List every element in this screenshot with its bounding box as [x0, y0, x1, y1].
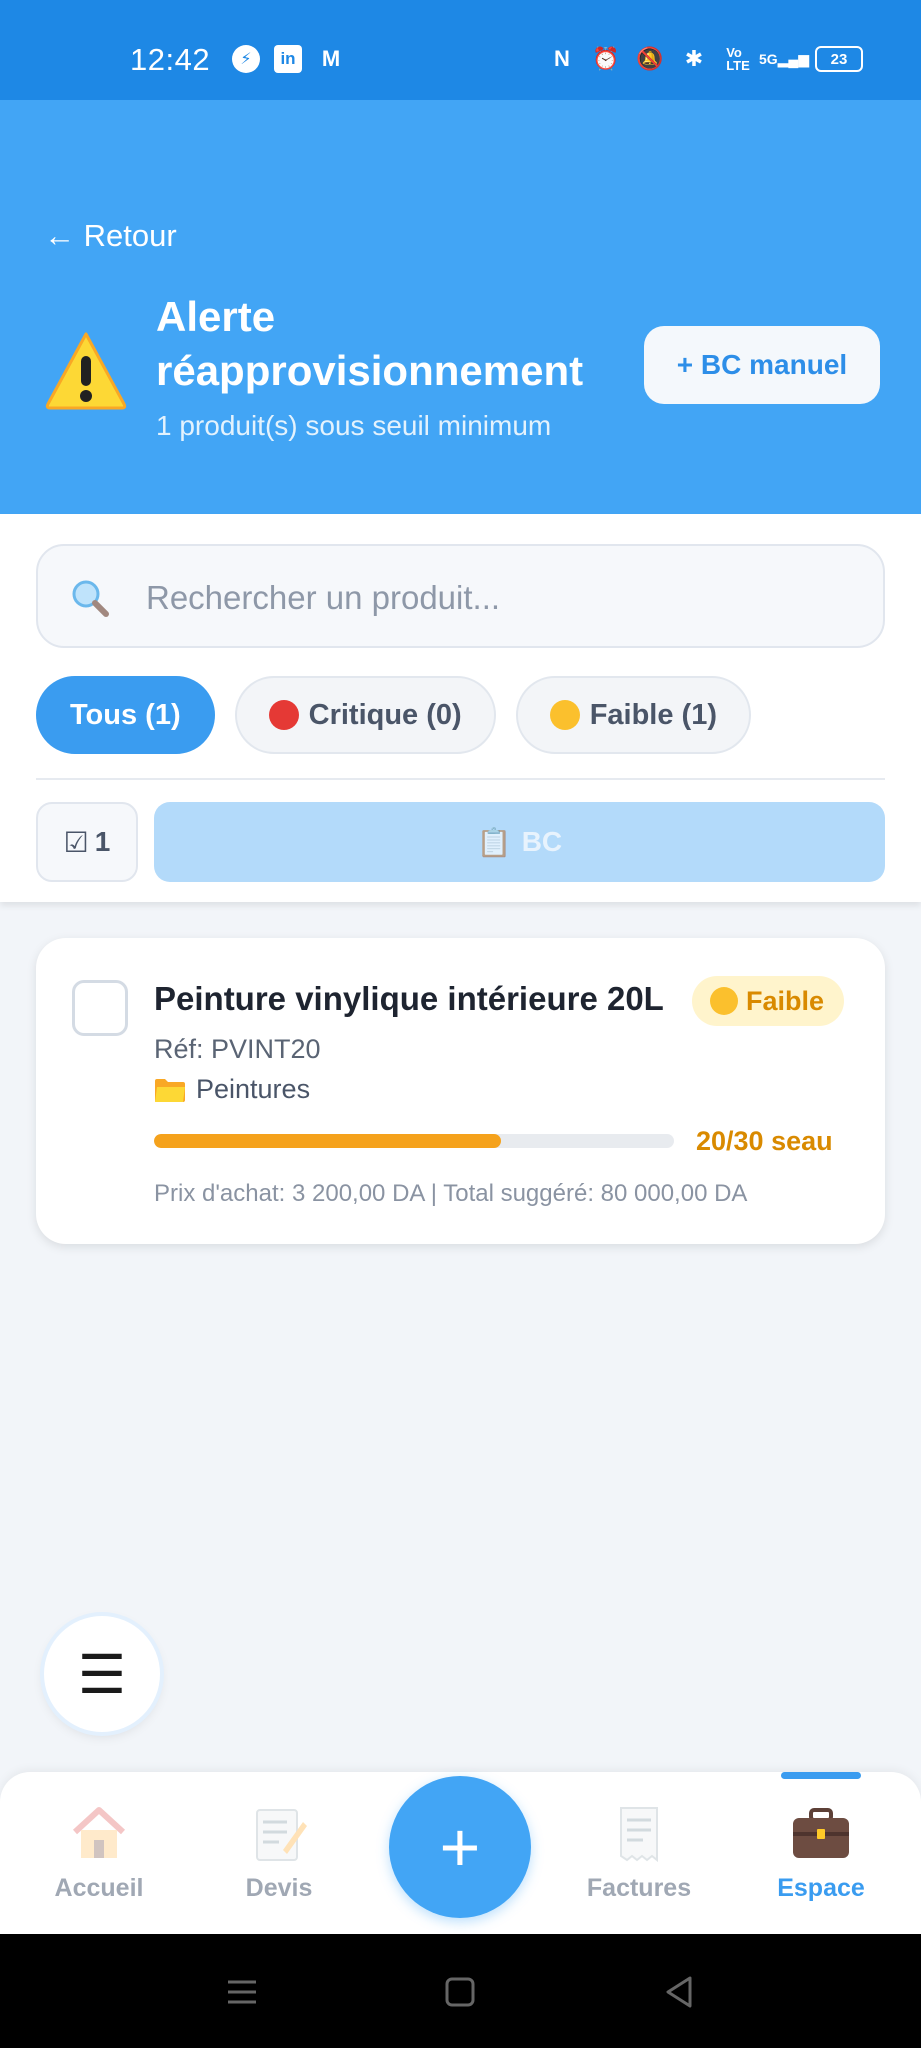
- alarm-icon: ⏰: [592, 46, 620, 71]
- manual-bc-button[interactable]: + BC manuel: [644, 326, 880, 404]
- house-icon: [72, 1807, 126, 1858]
- filter-panel: Rechercher un produit... Tous (1) Critiq…: [0, 514, 921, 902]
- plus-icon: +: [439, 1808, 481, 1886]
- bluetooth-icon: ✱: [684, 46, 704, 71]
- filter-chips: Tous (1) Critique (0) Faible (1): [36, 676, 751, 754]
- messenger-icon: ⚡: [232, 45, 260, 73]
- nav-label: Factures: [586, 1874, 692, 1902]
- linkedin-icon: in: [274, 45, 302, 73]
- nav-label: Devis: [245, 1874, 313, 1902]
- receipt-icon: [620, 1807, 658, 1863]
- system-nav-bar: [0, 1934, 921, 2048]
- product-category: Peintures: [154, 1074, 310, 1105]
- signal-icon: 5G ▂▄▆: [758, 50, 810, 68]
- create-bc-label: BC: [521, 826, 563, 857]
- product-card[interactable]: Peinture vinylique intérieure 20L Faible…: [36, 938, 885, 1244]
- filter-chip-critical[interactable]: Critique (0): [234, 676, 496, 754]
- clipboard-icon: 📋: [476, 826, 512, 858]
- menu-button[interactable]: ☰: [44, 1616, 160, 1732]
- search-input[interactable]: Rechercher un produit...: [36, 544, 885, 648]
- filter-chip-label: Faible (1): [589, 698, 717, 731]
- nav-item-devis[interactable]: Devis: [199, 1802, 359, 1903]
- gmail-icon: M: [321, 46, 341, 71]
- divider: [36, 778, 885, 780]
- back-icon[interactable]: [660, 1972, 700, 2012]
- page-subtitle: 1 produit(s) sous seuil minimum: [156, 410, 552, 441]
- price-info: Prix d'achat: 3 200,00 DA | Total suggér…: [154, 1180, 748, 1207]
- page-title: Alerte réapprovisionnement: [156, 293, 584, 394]
- home-icon[interactable]: [440, 1972, 480, 2012]
- notification-icons: ⚡ in M: [232, 44, 346, 74]
- search-icon: [72, 580, 109, 617]
- create-bc-button[interactable]: 📋 BC: [154, 802, 885, 882]
- yellow-circle-icon: [710, 987, 738, 1015]
- battery-icon: 23: [815, 46, 863, 72]
- warning-icon: [45, 332, 127, 410]
- filter-chip-low[interactable]: Faible (1): [515, 676, 751, 754]
- filter-chip-label: Tous (1): [70, 698, 181, 731]
- add-button[interactable]: +: [389, 1776, 531, 1918]
- network-type: 5G: [758, 51, 778, 67]
- status-badge-label: Faible: [746, 985, 825, 1016]
- back-link[interactable]: ← Retour: [44, 218, 177, 254]
- stock-level: 20/30 seau: [696, 1126, 833, 1156]
- nfc-icon: N: [554, 46, 570, 71]
- nav-item-espace[interactable]: Espace: [741, 1802, 901, 1903]
- mute-icon: 🔕: [636, 46, 664, 71]
- status-bar: 12:42 ⚡ in M N ⏰ 🔕 ✱ Vo LTE 5G ▂▄▆ 23: [0, 0, 921, 100]
- stock-progress-fill: [154, 1134, 501, 1148]
- nav-label: Accueil: [54, 1874, 144, 1902]
- page-header: ← Retour Alerte réapprovisionnement 1 pr…: [0, 100, 921, 514]
- filter-chip-label: Critique (0): [308, 698, 462, 731]
- briefcase-icon: [793, 1808, 849, 1858]
- product-checkbox[interactable]: [72, 980, 128, 1036]
- selected-count: 1: [94, 826, 111, 857]
- system-icons: N ⏰ 🔕 ✱ Vo LTE 5G ▂▄▆ 23: [547, 44, 863, 74]
- product-category-label: Peintures: [196, 1074, 311, 1104]
- filter-chip-all[interactable]: Tous (1): [36, 676, 215, 754]
- search-placeholder: Rechercher un produit...: [146, 579, 501, 616]
- yellow-circle-icon: [549, 700, 580, 730]
- recents-icon[interactable]: [222, 1972, 262, 2012]
- nav-item-factures[interactable]: Factures: [559, 1802, 719, 1903]
- checkbox-checked-icon: ☑: [63, 826, 89, 858]
- folder-icon: [155, 1078, 185, 1102]
- product-ref: Réf: PVINT20: [154, 1034, 321, 1064]
- status-time: 12:42: [130, 42, 211, 77]
- product-name: Peinture vinylique intérieure 20L: [154, 980, 664, 1017]
- battery-level: 23: [830, 50, 848, 68]
- select-all-button[interactable]: ☑ 1: [36, 802, 138, 882]
- hamburger-icon: ☰: [77, 1644, 127, 1705]
- active-tab-indicator: [781, 1772, 861, 1779]
- nav-label: Espace: [777, 1874, 865, 1902]
- status-badge: Faible: [692, 976, 845, 1026]
- nav-item-accueil[interactable]: Accueil: [19, 1802, 179, 1903]
- memo-icon: [256, 1809, 307, 1861]
- stock-progress-bar: [154, 1134, 674, 1148]
- volte-icon: Vo LTE: [726, 45, 750, 73]
- red-circle-icon: [268, 700, 299, 730]
